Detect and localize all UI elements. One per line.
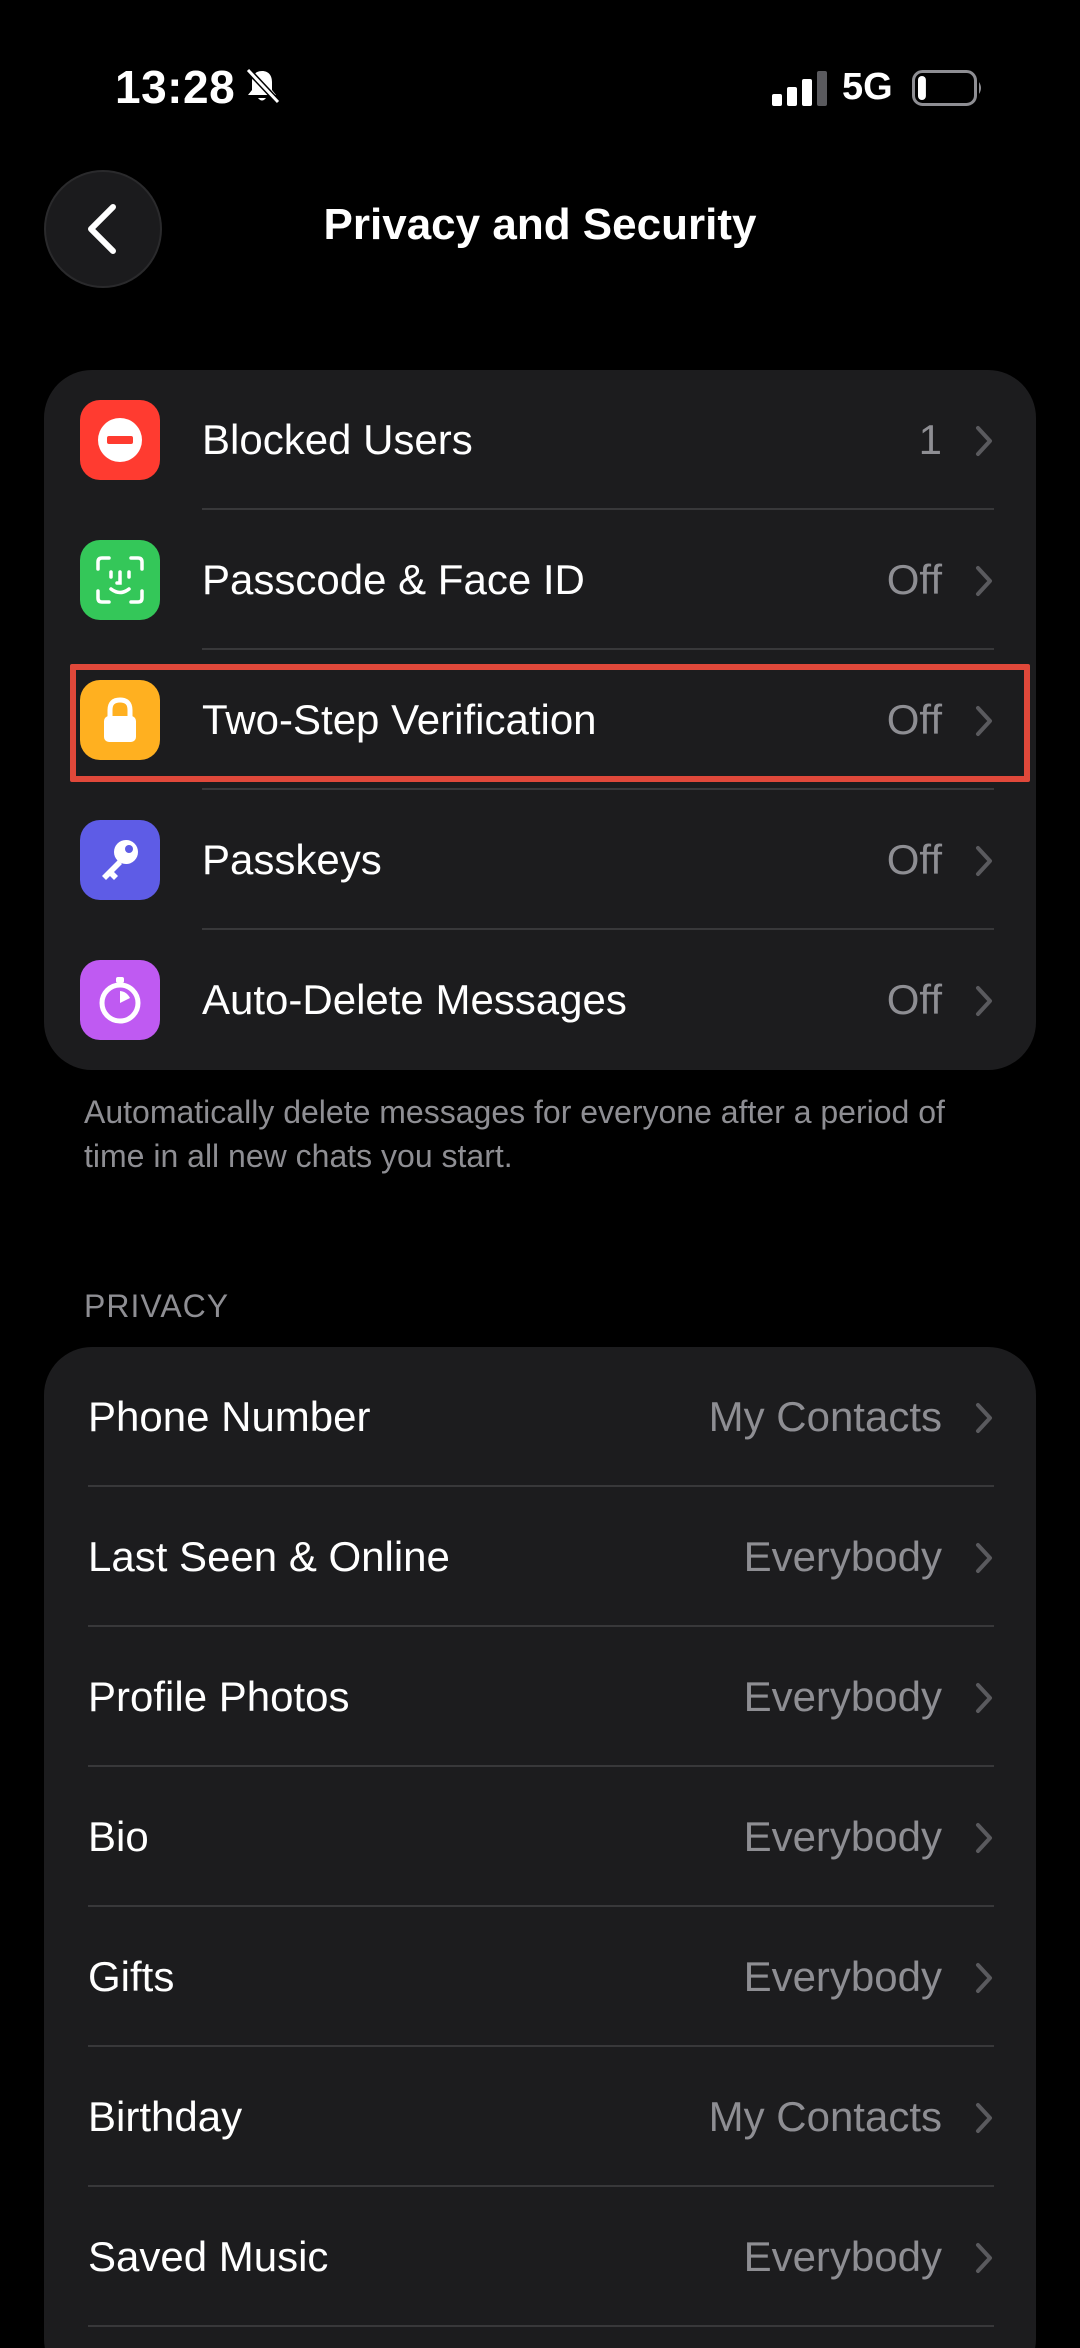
bell-slash-icon: [245, 67, 281, 105]
chevron-right-icon: [976, 426, 992, 456]
battery-icon: [912, 70, 981, 106]
bio-row[interactable]: Bio Everybody: [44, 1767, 1036, 1907]
birthday-row[interactable]: Birthday My Contacts: [44, 2047, 1036, 2187]
chevron-right-icon: [976, 1823, 992, 1853]
key-icon: [80, 820, 160, 900]
chevron-right-icon: [976, 1963, 992, 1993]
auto-delete-messages-label: Auto-Delete Messages: [202, 976, 627, 1023]
chevron-right-icon: [976, 2103, 992, 2133]
blocked-users-row[interactable]: Blocked Users 1: [44, 370, 1036, 510]
gifts-label: Gifts: [88, 1953, 175, 2000]
auto-delete-messages-row[interactable]: Auto-Delete Messages Off: [44, 930, 1036, 1070]
auto-delete-footer-note: Automatically delete messages for everyo…: [84, 1094, 945, 1174]
chevron-right-icon: [976, 566, 992, 596]
chevron-right-icon: [976, 986, 992, 1016]
phone-number-label: Phone Number: [88, 1393, 371, 1440]
passkeys-label: Passkeys: [202, 836, 382, 883]
chevron-right-icon: [976, 2243, 992, 2273]
gifts-row[interactable]: Gifts Everybody: [44, 1907, 1036, 2047]
chevron-right-icon: [976, 1403, 992, 1433]
privacy-settings-group: Phone Number My Contacts Last Seen & Onl…: [44, 1347, 1036, 2348]
auto-delete-messages-value: Off: [886, 976, 942, 1023]
passcode-face-id-row[interactable]: Passcode & Face ID Off: [44, 510, 1036, 650]
passcode-face-id-label: Passcode & Face ID: [202, 556, 585, 603]
profile-photos-value: Everybody: [743, 1673, 942, 1720]
last-seen-online-row[interactable]: Last Seen & Online Everybody: [44, 1487, 1036, 1627]
status-bar: 13:28 5G: [0, 0, 1080, 150]
blocked-users-value: 1: [918, 416, 942, 463]
timer-icon: [80, 960, 160, 1040]
phone-number-value: My Contacts: [708, 1393, 942, 1440]
passkeys-row[interactable]: Passkeys Off: [44, 790, 1036, 930]
chevron-right-icon: [976, 1683, 992, 1713]
saved-music-value: Everybody: [743, 2233, 942, 2280]
page-title: Privacy and Security: [323, 200, 757, 249]
row-separator: [88, 2325, 994, 2327]
network-type: 5G: [842, 66, 893, 108]
bio-label: Bio: [88, 1813, 149, 1860]
birthday-label: Birthday: [88, 2093, 243, 2140]
status-time: 13:28: [115, 61, 236, 113]
bio-value: Everybody: [743, 1813, 942, 1860]
chevron-right-icon: [976, 1543, 992, 1573]
chevron-right-icon: [976, 846, 992, 876]
profile-photos-row[interactable]: Profile Photos Everybody: [44, 1627, 1036, 1767]
cellular-signal-icon: [772, 71, 827, 106]
saved-music-label: Saved Music: [88, 2233, 329, 2280]
blocked-icon: [80, 400, 160, 480]
saved-music-row[interactable]: Saved Music Everybody: [44, 2187, 1036, 2327]
face-id-icon: [80, 540, 160, 620]
highlight-box: [70, 664, 1030, 782]
last-seen-online-value: Everybody: [743, 1533, 942, 1580]
birthday-value: My Contacts: [708, 2093, 942, 2140]
phone-number-row[interactable]: Phone Number My Contacts: [44, 1347, 1036, 1487]
profile-photos-label: Profile Photos: [88, 1673, 350, 1720]
privacy-section-header: PRIVACY: [84, 1288, 230, 1324]
blocked-users-label: Blocked Users: [202, 416, 473, 463]
passcode-face-id-value: Off: [886, 556, 942, 603]
gifts-value: Everybody: [743, 1953, 942, 2000]
last-seen-online-label: Last Seen & Online: [88, 1533, 450, 1580]
passkeys-value: Off: [886, 836, 942, 883]
